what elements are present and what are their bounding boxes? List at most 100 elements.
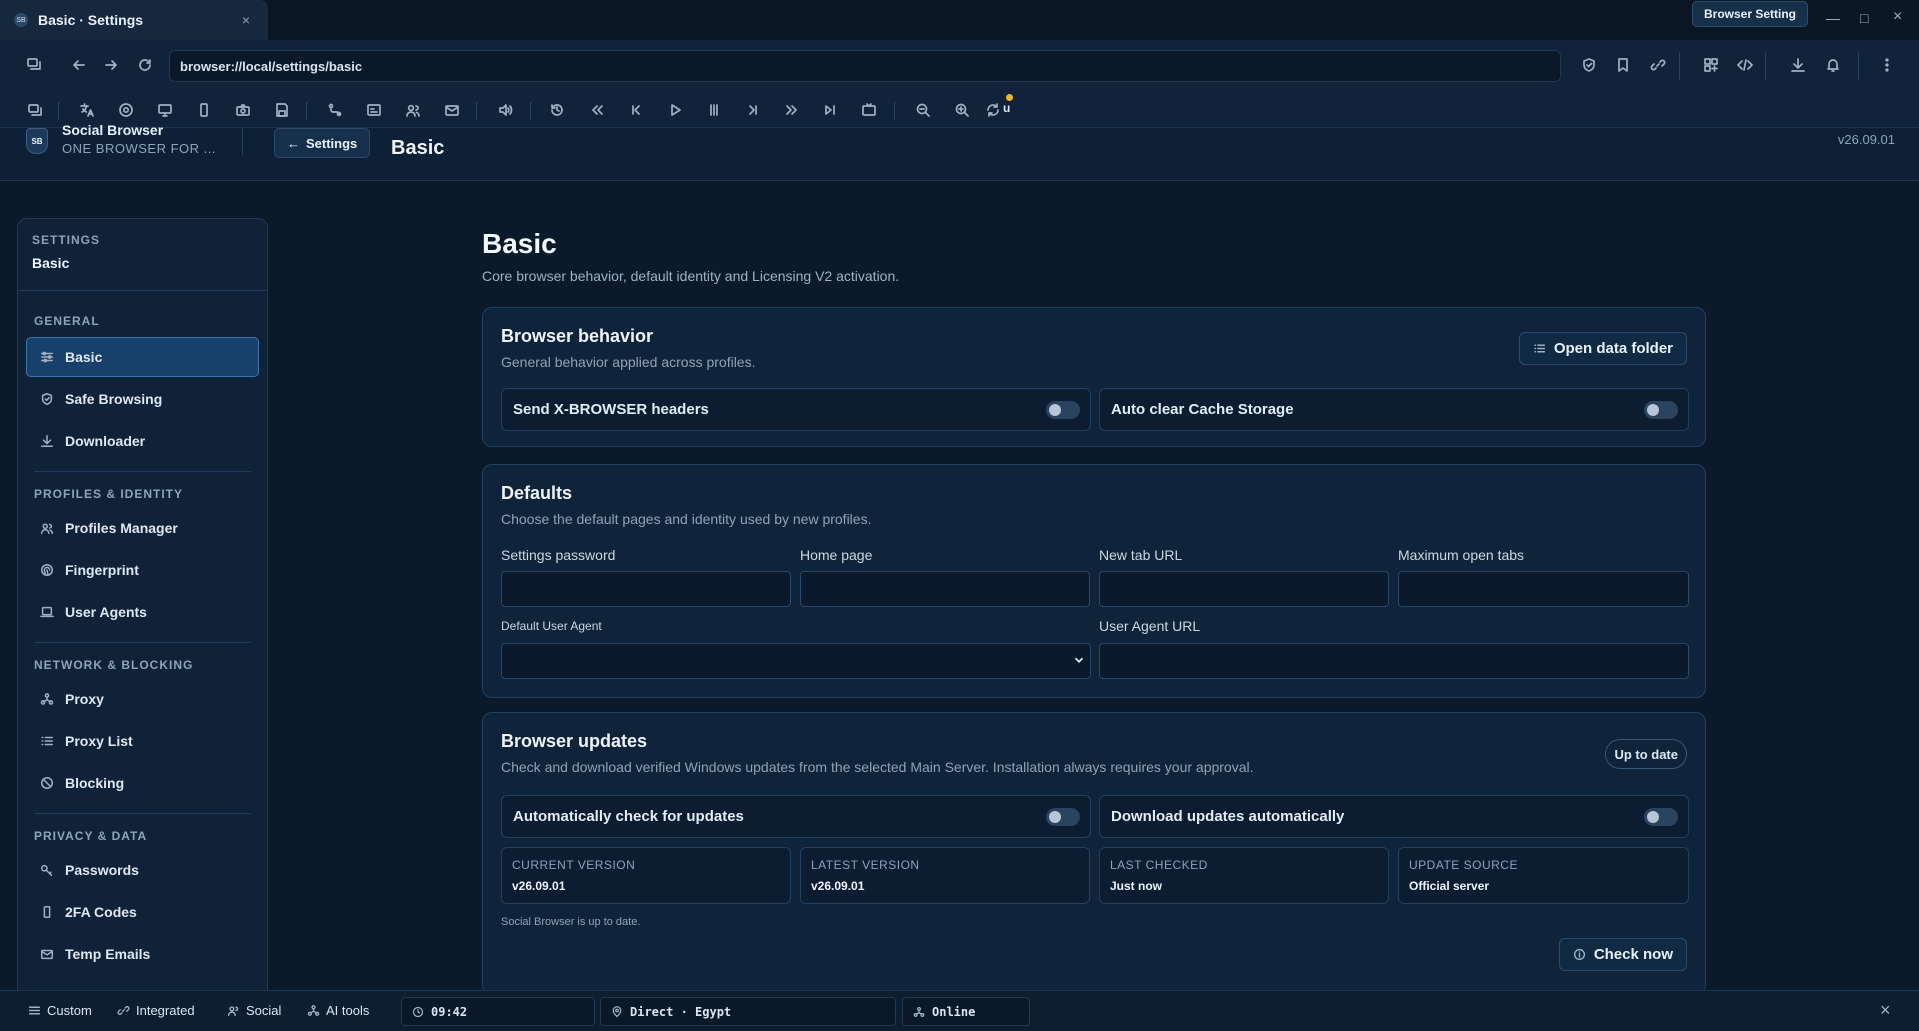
more-menu-icon[interactable]	[1879, 57, 1895, 73]
sidebar-item-user-agents[interactable]: User Agents	[26, 592, 259, 632]
minimize-button[interactable]: —	[1826, 10, 1840, 26]
download-icon[interactable]	[1790, 57, 1806, 73]
open-data-folder-button[interactable]: Open data folder	[1518, 332, 1687, 365]
network-icon	[307, 1004, 320, 1017]
sidebar-group-title: NETWORK & BLOCKING	[34, 658, 194, 672]
save-icon[interactable]	[274, 102, 290, 118]
back-to-settings-button[interactable]: ← Settings	[274, 128, 371, 158]
max-open-tabs-input[interactable]	[1398, 571, 1689, 607]
forward-arrow-icon[interactable]	[103, 57, 119, 73]
settings-password-input[interactable]	[501, 571, 791, 607]
auto-clear-cache-toggle[interactable]	[1644, 401, 1678, 419]
tv-icon[interactable]	[861, 102, 877, 118]
history-icon[interactable]	[549, 102, 565, 118]
tab-close-icon[interactable]: ×	[242, 12, 250, 28]
sidebar-item-temp-emails[interactable]: Temp Emails	[26, 934, 259, 974]
camera-icon[interactable]	[235, 102, 251, 118]
back-arrow-icon[interactable]	[71, 57, 87, 73]
window-close-button[interactable]: ×	[1893, 8, 1902, 26]
sync-icon[interactable]	[985, 102, 1001, 118]
zoom-in-icon[interactable]	[954, 102, 970, 118]
send-headers-toggle[interactable]	[1046, 401, 1080, 419]
sidebar-overline: SETTINGS	[32, 233, 101, 247]
tab-title: Basic · Settings	[38, 12, 144, 28]
link-icon[interactable]	[1650, 57, 1666, 73]
app-version: v26.09.01	[1837, 132, 1895, 147]
extensions-icon[interactable]	[1703, 57, 1719, 73]
home-page-input[interactable]	[800, 571, 1090, 607]
auto-download-updates-toggle[interactable]	[1644, 808, 1678, 826]
sidebar-item-safe-browsing[interactable]: Safe Browsing	[26, 379, 259, 419]
app-tagline: ONE BROWSER FOR ...	[62, 141, 216, 156]
id-card-icon[interactable]	[366, 102, 382, 118]
user-agent-url-input[interactable]	[1099, 643, 1689, 679]
speaker-icon[interactable]	[497, 102, 513, 118]
custom-mode-button[interactable]: Custom	[28, 1003, 92, 1018]
mail-icon[interactable]	[444, 102, 460, 118]
shield-icon	[39, 392, 55, 406]
reload-icon[interactable]	[137, 57, 153, 73]
play-icon[interactable]	[667, 102, 683, 118]
social-mode-button[interactable]: Social	[227, 1003, 281, 1018]
maximize-button[interactable]: □	[1860, 10, 1868, 26]
clock-field: 09:42	[401, 997, 595, 1026]
auto-check-updates-toggle[interactable]	[1046, 808, 1080, 826]
skip-back-icon[interactable]	[628, 102, 644, 118]
sidebar-group-privacy: PRIVACY & DATA Passwords 2FA Codes Temp …	[18, 826, 267, 974]
location-field: Direct · Egypt	[600, 997, 896, 1026]
users-icon[interactable]	[405, 102, 421, 118]
mobile-icon[interactable]	[196, 102, 212, 118]
location-value: Direct · Egypt	[630, 1004, 732, 1019]
notification-dot	[1006, 94, 1013, 101]
sidebar-item-downloader[interactable]: Downloader	[26, 421, 259, 461]
sidebar-item-2fa-codes[interactable]: 2FA Codes	[26, 892, 259, 932]
page-title: Basic	[482, 228, 557, 259]
card-description: Check and download verified Windows upda…	[501, 759, 1254, 775]
browser-tab[interactable]: SB Basic · Settings ×	[0, 0, 268, 40]
fingerprint-icon	[39, 563, 55, 577]
stat-label: UPDATE SOURCE	[1409, 858, 1518, 872]
bookmark-icon[interactable]	[1615, 57, 1631, 73]
screen-share-icon[interactable]	[157, 102, 173, 118]
default-user-agent-select[interactable]	[501, 643, 1091, 679]
toolbar-divider	[58, 102, 59, 120]
toolbar-divider	[1765, 52, 1766, 80]
pause-icon[interactable]	[706, 102, 722, 118]
address-bar[interactable]: browser://local/settings/basic	[169, 50, 1561, 82]
sidebar-item-proxy[interactable]: Proxy	[26, 679, 259, 719]
skip-to-end-icon[interactable]	[822, 102, 838, 118]
update-label-icon[interactable]: u	[1003, 101, 1010, 115]
browser-behavior-card: Browser behavior General behavior applie…	[482, 307, 1706, 447]
sidebar-item-proxy-list[interactable]: Proxy List	[26, 721, 259, 761]
new-tab-url-input[interactable]	[1099, 571, 1389, 607]
sidebar-item-blocking[interactable]: Blocking	[26, 763, 259, 803]
app-header: SB Social Browser ONE BROWSER FOR ... ← …	[0, 122, 1919, 181]
card-title: Defaults	[501, 483, 573, 503]
translate-icon[interactable]	[79, 102, 95, 118]
toolbar-divider	[530, 102, 531, 120]
sidebar-item-basic[interactable]: Basic	[26, 337, 259, 377]
skip-forward-icon[interactable]	[745, 102, 761, 118]
ai-tools-button[interactable]: AI tools	[307, 1003, 369, 1018]
code-icon[interactable]	[1737, 57, 1753, 73]
stat-value: v26.09.01	[811, 879, 865, 893]
windows-icon[interactable]	[27, 102, 43, 118]
profile-switcher-icon[interactable]	[26, 56, 42, 72]
fast-forward-icon[interactable]	[784, 102, 800, 118]
shield-check-icon[interactable]	[1581, 57, 1597, 73]
check-now-button[interactable]: Check now	[1558, 938, 1687, 971]
status-bar-close-button[interactable]: ×	[1880, 1000, 1891, 1021]
bell-icon[interactable]	[1825, 57, 1841, 73]
rewind-icon[interactable]	[589, 102, 605, 118]
route-icon[interactable]	[327, 102, 343, 118]
sidebar-item-fingerprint[interactable]: Fingerprint	[26, 550, 259, 590]
sidebar-item-passwords[interactable]: Passwords	[26, 850, 259, 890]
browser-setting-badge[interactable]: Browser Setting	[1692, 1, 1809, 27]
chrome-icon[interactable]	[118, 102, 134, 118]
connection-value: Online	[932, 1004, 976, 1019]
sidebar-item-profiles-manager[interactable]: Profiles Manager	[26, 508, 259, 548]
integrated-mode-button[interactable]: Integrated	[117, 1003, 195, 1018]
sidebar-item-label: User Agents	[65, 604, 147, 620]
zoom-out-icon[interactable]	[915, 102, 931, 118]
auto-download-updates-setting: Download updates automatically	[1099, 795, 1689, 838]
